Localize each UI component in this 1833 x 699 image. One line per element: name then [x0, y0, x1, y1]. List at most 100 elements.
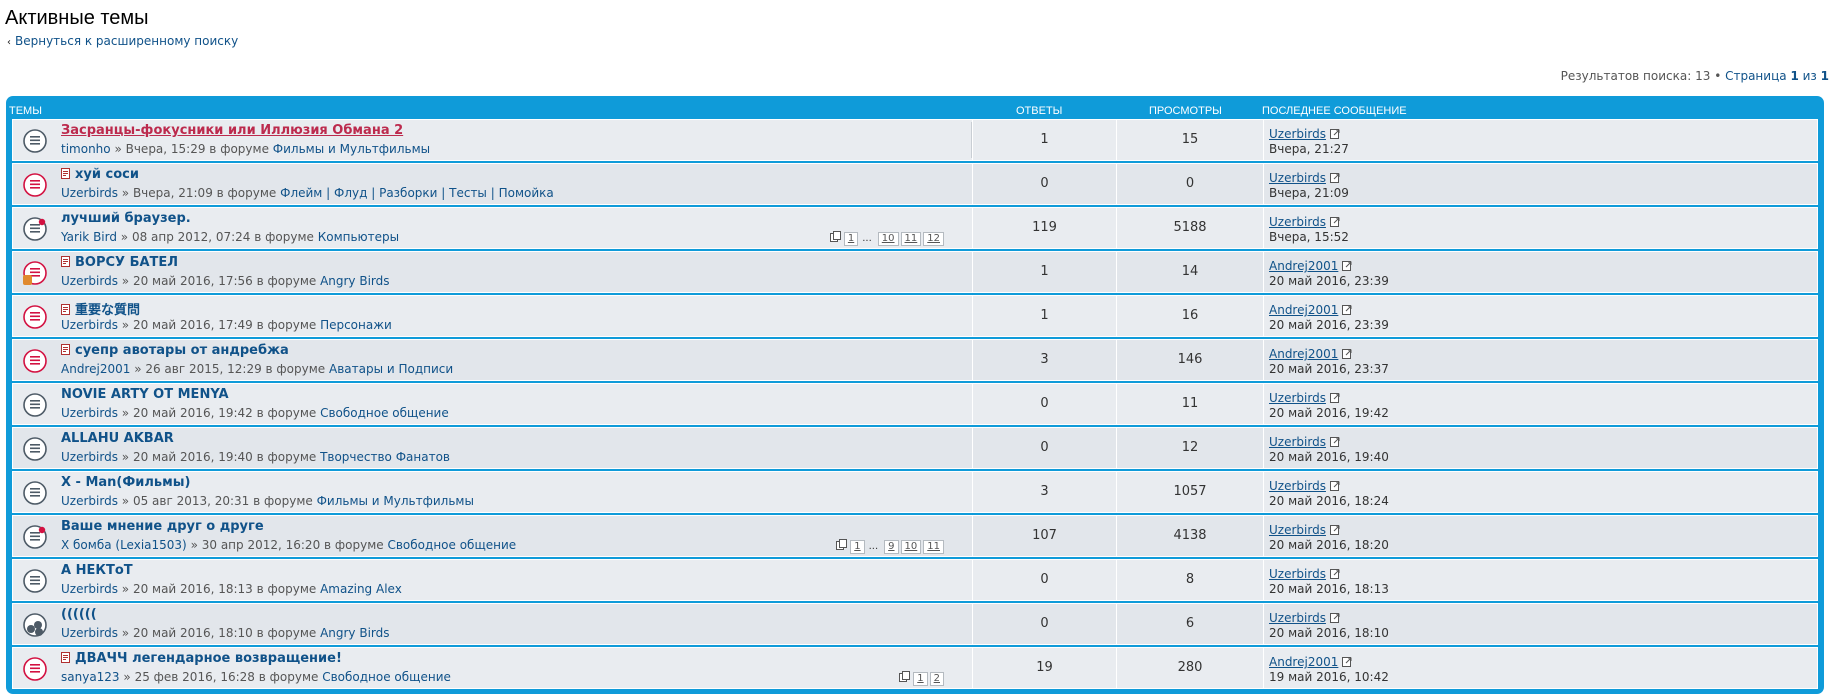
last-post-time: 20 май 2016, 23:39 — [1269, 318, 1389, 332]
topic-forum-link[interactable]: Angry Birds — [320, 274, 389, 288]
topic-meta: Uzerbirds » Вчера, 21:09 в форуме Флейм … — [61, 186, 554, 200]
last-post-author-link[interactable]: Uzerbirds — [1269, 127, 1341, 141]
topic-title-link[interactable]: суепр авотары от андребжа — [61, 343, 289, 358]
topic-author-link[interactable]: timonho — [61, 142, 111, 156]
topic-date: » 26 авг 2015, 12:29 в форуме — [134, 362, 329, 376]
page-number-link[interactable]: 1 — [843, 232, 859, 246]
topic-forum-link[interactable]: Свободное общение — [320, 406, 449, 420]
header-topics: ТЕМЫ — [9, 105, 42, 117]
goto-last-post-icon[interactable] — [1329, 480, 1341, 491]
last-post-time: 20 май 2016, 18:20 — [1269, 538, 1389, 552]
topic-sticky-icon — [22, 524, 48, 550]
last-post-author-link[interactable]: Andrej2001 — [1269, 259, 1353, 273]
topic-date: » 25 фев 2016, 16:28 в форуме — [123, 670, 323, 684]
topic-forum-link[interactable]: Фильмы и Мультфильмы — [317, 494, 474, 508]
last-post-author-link[interactable]: Andrej2001 — [1269, 655, 1353, 669]
goto-last-post-icon[interactable] — [1329, 216, 1341, 227]
topic-forum-link[interactable]: Свободное общение — [322, 670, 451, 684]
page-number-link[interactable]: 11 — [900, 232, 922, 246]
topic-author-link[interactable]: Andrej2001 — [61, 362, 130, 376]
topic-title-text: Засранцы-фокусники или Иллюзия Обмана 2 — [61, 123, 404, 138]
topic-author-link[interactable]: Uzerbirds — [61, 626, 118, 640]
last-post-author-link[interactable]: Uzerbirds — [1269, 567, 1341, 581]
topic-forum-link[interactable]: Флейм | Флуд | Разборки | Тесты | Помойк… — [280, 186, 554, 200]
topic-author-link[interactable]: Uzerbirds — [61, 582, 118, 596]
topic-title-link[interactable]: 重要な質問 — [61, 299, 140, 318]
topic-author-link[interactable]: Uzerbirds — [61, 186, 118, 200]
topic-read-icon — [22, 128, 48, 154]
return-to-advanced-search-link[interactable]: ‹ Вернуться к расширенному поиску — [7, 34, 238, 48]
last-post-author-link[interactable]: Uzerbirds — [1269, 611, 1341, 625]
last-post-author-link[interactable]: Uzerbirds — [1269, 171, 1341, 185]
topic-title-link[interactable]: X - Man(Фильмы) — [61, 475, 190, 490]
goto-last-post-icon[interactable] — [1342, 304, 1353, 315]
topic-author-link[interactable]: Yarik Bird — [61, 230, 117, 244]
goto-last-post-icon[interactable] — [1329, 172, 1341, 183]
topic-title-link[interactable]: ВОРСУ БАТЕЛ — [61, 255, 178, 270]
table-row: ((((((Uzerbirds » 20 май 2016, 18:10 в ф… — [12, 603, 1818, 645]
page-number-link[interactable]: 9 — [884, 540, 899, 554]
topic-hot-icon — [22, 304, 48, 330]
replies-count: 119 — [972, 208, 1116, 248]
topic-title-link[interactable]: (((((( — [61, 607, 97, 622]
replies-count: 0 — [972, 604, 1116, 644]
topic-author-link[interactable]: Uzerbirds — [61, 406, 118, 420]
hot-topic-icon — [61, 168, 71, 179]
last-post-author: Andrej2001 — [1269, 303, 1339, 317]
goto-last-post-icon[interactable] — [1329, 436, 1341, 447]
last-post-author-link[interactable]: Uzerbirds — [1269, 479, 1341, 493]
topic-meta: timonho » Вчера, 15:29 в форуме Фильмы и… — [61, 142, 430, 156]
goto-last-post-icon[interactable] — [1329, 568, 1341, 579]
topic-list: Засранцы-фокусники или Иллюзия Обмана 2 t… — [12, 119, 1818, 691]
topic-author-link[interactable]: sanya123 — [61, 670, 120, 684]
page-number-link[interactable]: 10 — [877, 232, 899, 246]
goto-last-post-icon[interactable] — [1342, 656, 1353, 667]
last-post-author-link[interactable]: Uzerbirds — [1269, 391, 1341, 405]
page-number-link[interactable]: 1 — [913, 672, 928, 686]
page-number-link[interactable]: 11 — [923, 540, 944, 554]
topic-forum-link[interactable]: Персонажи — [320, 318, 392, 332]
topic-title-link[interactable]: NOVIE ARTY OT MENYA — [61, 387, 229, 402]
page-number-link[interactable]: 10 — [900, 540, 922, 554]
goto-last-post-icon[interactable] — [1342, 348, 1353, 359]
last-post-author-link[interactable]: Andrej2001 — [1269, 303, 1353, 317]
last-post-author-link[interactable]: Uzerbirds — [1269, 523, 1341, 537]
goto-last-post-icon[interactable] — [1329, 524, 1341, 535]
last-post-author-link[interactable]: Uzerbirds — [1269, 215, 1341, 229]
topic-title-link[interactable]: Засранцы-фокусники или Иллюзия Обмана 2 — [61, 123, 403, 138]
replies-count: 1 — [972, 296, 1116, 336]
goto-last-post-icon[interactable] — [1329, 128, 1341, 139]
topic-author-link[interactable]: Uzerbirds — [61, 494, 118, 508]
topic-title-link[interactable]: ДВАЧЧ легендарное возвращение! — [61, 651, 342, 666]
last-post-time: 20 май 2016, 23:37 — [1269, 362, 1389, 376]
topic-title-link[interactable]: хуй соси — [61, 167, 139, 182]
goto-last-post-icon[interactable] — [1329, 612, 1341, 623]
topic-title-link[interactable]: ALLAHU AKBAR — [61, 431, 174, 446]
last-post-author-link[interactable]: Uzerbirds — [1269, 435, 1341, 449]
goto-last-post-icon[interactable] — [1342, 260, 1353, 271]
topic-title-link[interactable]: лучший браузер. — [61, 211, 191, 226]
last-post-cell: Andrej2001 20 май 2016, 23:39 — [1263, 252, 1819, 292]
pagination-ellipsis: ... — [862, 233, 872, 244]
topic-meta: Uzerbirds » 20 май 2016, 18:13 в форуме … — [61, 582, 402, 596]
topic-forum-link[interactable]: Аватары и Подписи — [329, 362, 453, 376]
topic-author-link[interactable]: X бомба (Lexia1503) — [61, 538, 187, 552]
topic-author-link[interactable]: Uzerbirds — [61, 318, 118, 332]
page-number-link[interactable]: 1 — [850, 540, 865, 554]
goto-last-post-icon[interactable] — [1329, 392, 1341, 403]
topic-forum-link[interactable]: Свободное общение — [387, 538, 516, 552]
replies-count: 0 — [972, 428, 1116, 468]
topic-forum-link[interactable]: Фильмы и Мультфильмы — [273, 142, 430, 156]
topic-title-link[interactable]: Ваше мнение друг о друге — [61, 519, 264, 534]
topic-forum-link[interactable]: Компьютеры — [318, 230, 399, 244]
topic-forum-link[interactable]: Amazing Alex — [320, 582, 402, 596]
topic-author-link[interactable]: Uzerbirds — [61, 450, 118, 464]
topic-forum-link[interactable]: Творчество Фанатов — [320, 450, 450, 464]
page-jump-link[interactable]: Страница 1 из 1 — [1725, 69, 1829, 83]
page-number-link[interactable]: 12 — [923, 232, 944, 246]
topic-author-link[interactable]: Uzerbirds — [61, 274, 118, 288]
topic-forum-link[interactable]: Angry Birds — [320, 626, 389, 640]
last-post-author-link[interactable]: Andrej2001 — [1269, 347, 1353, 361]
page-number-link[interactable]: 2 — [929, 672, 944, 686]
topic-title-link[interactable]: А НЕКТоТ — [61, 563, 133, 578]
